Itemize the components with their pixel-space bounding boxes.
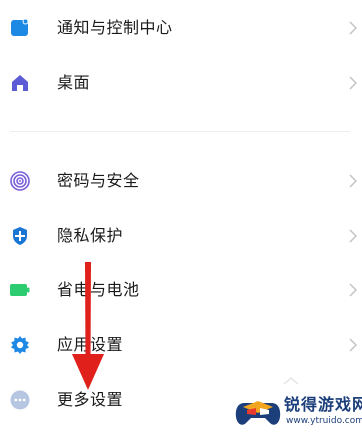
settings-item-desktop[interactable]: 桌面 (0, 56, 362, 110)
watermark-brand: 锐得游戏网 (284, 395, 362, 414)
privacy-shield-icon (13, 227, 27, 245)
chevron-right-icon (349, 229, 358, 243)
gamepad-logo-icon (235, 401, 281, 425)
fingerprint-icon (10, 171, 30, 191)
settings-item-label: 密码与安全 (57, 171, 140, 190)
section-divider (10, 131, 350, 132)
settings-item-password-security[interactable]: 密码与安全 (0, 154, 362, 208)
settings-item-notification-control-center[interactable]: 通知与控制中心 (0, 1, 362, 55)
settings-item-power-battery[interactable]: 省电与电池 (0, 263, 362, 317)
settings-item-label: 通知与控制中心 (57, 18, 173, 37)
settings-item-label: 更多设置 (57, 390, 124, 409)
home-icon (12, 75, 28, 91)
settings-item-label: 应用设置 (57, 335, 124, 354)
notification-icon (11, 18, 29, 36)
scroll-hint-chevron-icon (283, 377, 299, 385)
chevron-right-icon (349, 76, 358, 90)
watermark: 锐得游戏网 www.ytruido.com (232, 395, 362, 431)
gear-icon (11, 336, 29, 354)
chevron-right-icon (349, 283, 358, 297)
chevron-right-icon (349, 338, 358, 352)
settings-item-app-settings[interactable]: 应用设置 (0, 318, 362, 372)
more-dots-icon (10, 390, 30, 410)
watermark-url: www.ytruido.com (286, 416, 362, 426)
chevron-right-icon (349, 174, 358, 188)
settings-item-label: 省电与电池 (57, 280, 140, 299)
settings-item-label: 隐私保护 (57, 226, 124, 245)
settings-list: 通知与控制中心 桌面 密码与安全 隐私保护 省电与电池 应用设置 更多设置 (0, 0, 362, 434)
settings-item-label: 桌面 (57, 73, 91, 92)
settings-item-privacy-protection[interactable]: 隐私保护 (0, 209, 362, 263)
battery-icon (10, 284, 30, 296)
chevron-right-icon (349, 21, 358, 35)
